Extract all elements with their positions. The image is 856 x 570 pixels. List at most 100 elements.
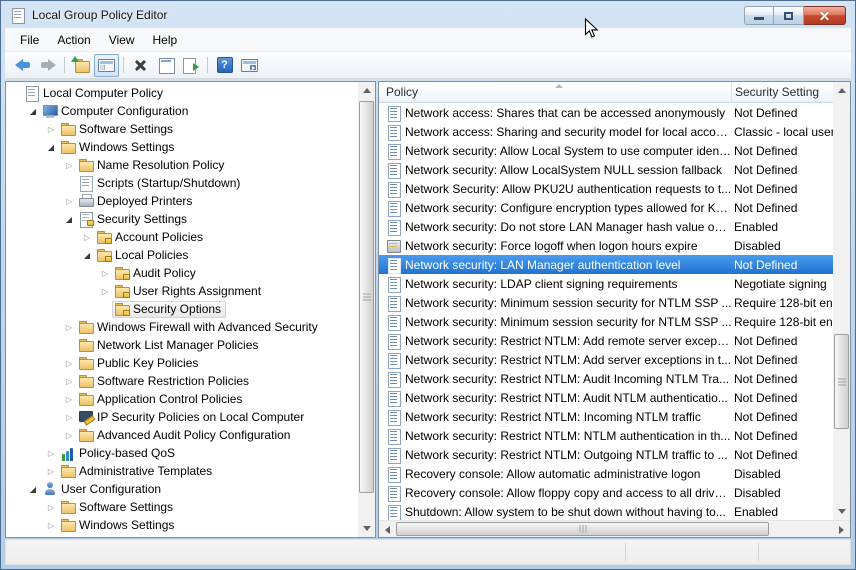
tree-item[interactable]: Account Policies	[6, 228, 358, 246]
policy-row[interactable]: Network security: Restrict NTLM: Audit N…	[379, 388, 833, 407]
policy-row[interactable]: Network security: Restrict NTLM: Add ser…	[379, 350, 833, 369]
policy-row[interactable]: Network security: Minimum session securi…	[379, 293, 833, 312]
policy-row[interactable]: Network security: Allow Local System to …	[379, 141, 833, 160]
tree-item[interactable]: Network List Manager Policies	[6, 336, 358, 354]
expander-collapsed-icon[interactable]	[62, 389, 76, 409]
scrollbar-track[interactable]	[833, 99, 850, 503]
expander-collapsed-icon[interactable]	[44, 533, 58, 537]
expander-expanded-icon[interactable]	[26, 101, 40, 121]
expander-expanded-icon[interactable]	[44, 137, 58, 157]
scrollbar-track[interactable]	[396, 521, 833, 537]
policy-row[interactable]: Network security: Allow LocalSystem NULL…	[379, 160, 833, 179]
expander-collapsed-icon[interactable]	[62, 191, 76, 211]
maximize-button[interactable]	[774, 6, 804, 25]
tree-item[interactable]: Computer Configuration	[6, 102, 358, 120]
expander-collapsed-icon[interactable]	[62, 155, 76, 175]
policy-row[interactable]: Recovery console: Allow floppy copy and …	[379, 483, 833, 502]
policy-row[interactable]: Network access: Shares that can be acces…	[379, 103, 833, 122]
tree-item[interactable]: Administrative Templates	[6, 534, 358, 537]
delete-button[interactable]	[128, 54, 153, 77]
tree-item[interactable]: User Configuration	[6, 480, 358, 498]
tree-item[interactable]: Application Control Policies	[6, 390, 358, 408]
scrollbar-thumb[interactable]	[396, 522, 769, 536]
tree-item[interactable]: Administrative Templates	[6, 462, 358, 480]
properties-button[interactable]	[153, 54, 178, 77]
tree-item[interactable]: Software Restriction Policies	[6, 372, 358, 390]
column-header-security-setting[interactable]: Security Setting	[732, 82, 833, 103]
tree-item[interactable]: Windows Settings	[6, 138, 358, 156]
policy-row[interactable]: Network security: LDAP client signing re…	[379, 274, 833, 293]
expander-collapsed-icon[interactable]	[98, 263, 112, 283]
app-icon[interactable]	[10, 7, 26, 23]
tree-item[interactable]: Windows Settings	[6, 516, 358, 534]
back-button[interactable]	[10, 54, 35, 77]
tree-item[interactable]: Security Options	[6, 300, 358, 318]
menu-action[interactable]: Action	[48, 29, 99, 51]
expander-collapsed-icon[interactable]	[44, 497, 58, 517]
expander-collapsed-icon[interactable]	[62, 407, 76, 427]
up-one-level-button[interactable]	[69, 54, 94, 77]
expander-collapsed-icon[interactable]	[62, 371, 76, 391]
policy-row[interactable]: Network security: Restrict NTLM: Add rem…	[379, 331, 833, 350]
expander-collapsed-icon[interactable]	[62, 425, 76, 445]
new-window-button[interactable]	[237, 54, 262, 77]
scroll-left-button[interactable]	[379, 521, 396, 538]
scroll-up-button[interactable]	[358, 82, 375, 99]
policy-row[interactable]: Network security: Restrict NTLM: Outgoin…	[379, 445, 833, 464]
tree-item[interactable]: Security Settings	[6, 210, 358, 228]
menu-help[interactable]: Help	[144, 29, 187, 51]
expander-collapsed-icon[interactable]	[44, 461, 58, 481]
expander-collapsed-icon[interactable]	[44, 515, 58, 535]
show-console-tree-button[interactable]	[94, 54, 119, 77]
tree-item[interactable]: Public Key Policies	[6, 354, 358, 372]
scroll-down-button[interactable]	[358, 520, 375, 537]
column-header-policy[interactable]: Policy	[379, 82, 732, 103]
minimize-button[interactable]	[744, 6, 774, 25]
policy-row[interactable]: Network security: Do not store LAN Manag…	[379, 217, 833, 236]
scrollbar-thumb[interactable]	[834, 334, 849, 429]
tree-item[interactable]: Local Policies	[6, 246, 358, 264]
close-button[interactable]	[804, 6, 846, 25]
policy-row[interactable]: Network Security: Allow PKU2U authentica…	[379, 179, 833, 198]
policy-row[interactable]: Network security: Minimum session securi…	[379, 312, 833, 331]
expander-collapsed-icon[interactable]	[80, 227, 94, 247]
menu-file[interactable]: File	[11, 29, 48, 51]
expander-collapsed-icon[interactable]	[44, 443, 58, 463]
scrollbar-track[interactable]	[358, 99, 375, 520]
tree-item[interactable]: Policy-based QoS	[6, 444, 358, 462]
scrollbar-thumb[interactable]	[359, 101, 374, 493]
tree-item[interactable]: Advanced Audit Policy Configuration	[6, 426, 358, 444]
tree-item[interactable]: Software Settings	[6, 498, 358, 516]
policy-row[interactable]: Network access: Sharing and security mod…	[379, 122, 833, 141]
expander-collapsed-icon[interactable]	[44, 119, 58, 139]
expander-expanded-icon[interactable]	[80, 245, 94, 265]
forward-button[interactable]	[35, 54, 60, 77]
tree-item[interactable]: Audit Policy	[6, 264, 358, 282]
expander-collapsed-icon[interactable]	[62, 353, 76, 373]
expander-collapsed-icon[interactable]	[98, 281, 112, 301]
policy-row[interactable]: Recovery console: Allow automatic admini…	[379, 464, 833, 483]
tree-item[interactable]: Name Resolution Policy	[6, 156, 358, 174]
policy-row[interactable]: Network security: LAN Manager authentica…	[379, 255, 833, 274]
policy-row[interactable]: Shutdown: Allow system to be shut down w…	[379, 502, 833, 520]
tree-item[interactable]: User Rights Assignment	[6, 282, 358, 300]
tree-item[interactable]: Software Settings	[6, 120, 358, 138]
scroll-up-button[interactable]	[833, 82, 850, 99]
expander-expanded-icon[interactable]	[26, 479, 40, 499]
export-list-button[interactable]	[178, 54, 203, 77]
policy-row[interactable]: Network security: Restrict NTLM: NTLM au…	[379, 426, 833, 445]
policy-row[interactable]: Network security: Restrict NTLM: Incomin…	[379, 407, 833, 426]
tree-item[interactable]: Windows Firewall with Advanced Security	[6, 318, 358, 336]
policy-row[interactable]: Network security: Restrict NTLM: Audit I…	[379, 369, 833, 388]
tree-item[interactable]: Local Computer Policy	[6, 84, 358, 102]
help-button[interactable]	[212, 54, 237, 77]
scroll-right-button[interactable]	[833, 521, 850, 538]
menu-view[interactable]: View	[100, 29, 144, 51]
expander-collapsed-icon[interactable]	[62, 317, 76, 337]
tree-item[interactable]: IP Security Policies on Local Computer	[6, 408, 358, 426]
expander-expanded-icon[interactable]	[62, 209, 76, 229]
policy-row[interactable]: Network security: Force logoff when logo…	[379, 236, 833, 255]
scroll-down-button[interactable]	[833, 503, 850, 520]
tree-item[interactable]: Scripts (Startup/Shutdown)	[6, 174, 358, 192]
tree-item[interactable]: Deployed Printers	[6, 192, 358, 210]
